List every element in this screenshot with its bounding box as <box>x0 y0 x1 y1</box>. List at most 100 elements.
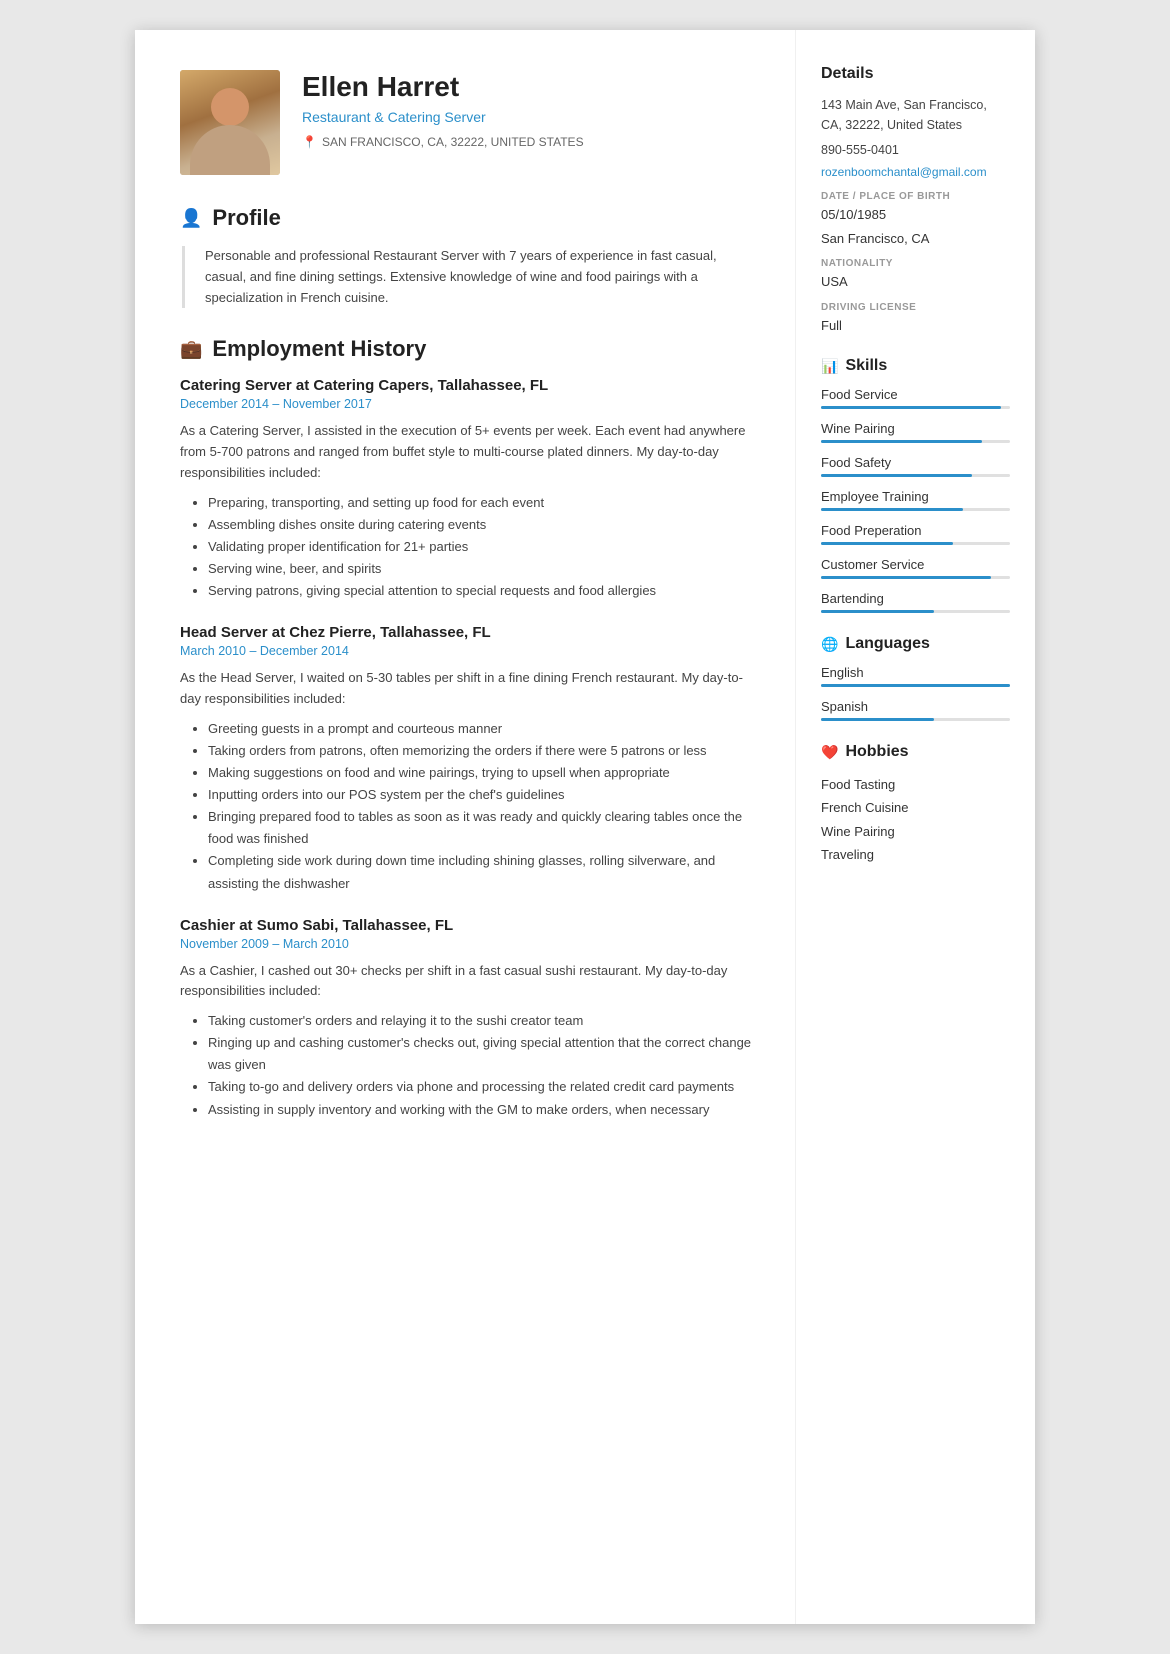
bullet-item: Bringing prepared food to tables as soon… <box>208 806 760 850</box>
profile-icon: 👤 <box>180 208 202 229</box>
left-column: Ellen Harret Restaurant & Catering Serve… <box>135 30 795 1624</box>
bullet-item: Inputting orders into our POS system per… <box>208 784 760 806</box>
avatar <box>180 70 280 175</box>
candidate-location: 📍 SAN FRANCISCO, CA, 32222, UNITED STATE… <box>302 135 760 149</box>
detail-phone: 890-555-0401 <box>821 140 1010 160</box>
driving-label: DRIVING LICENSE <box>821 302 1010 313</box>
skill-bar-fill <box>821 406 1001 409</box>
job-dates: March 2010 – December 2014 <box>180 644 760 658</box>
language-bar-fill <box>821 718 934 721</box>
languages-title: 🌐 Languages <box>821 635 1010 653</box>
driving-value: Full <box>821 316 1010 336</box>
heart-icon: ❤️ <box>821 744 838 761</box>
job-bullets: Preparing, transporting, and setting up … <box>180 492 760 602</box>
hobby-item: Food Tasting <box>821 773 1010 796</box>
skill-item: Employee Training <box>821 489 1010 511</box>
employment-section-title: 💼 Employment History <box>180 336 760 362</box>
skill-name: Bartending <box>821 591 1010 606</box>
globe-icon: 🌐 <box>821 636 838 653</box>
location-pin-icon: 📍 <box>302 135 317 149</box>
bullet-item: Taking customer's orders and relaying it… <box>208 1010 760 1032</box>
skill-item: Customer Service <box>821 557 1010 579</box>
bullet-item: Greeting guests in a prompt and courteou… <box>208 718 760 740</box>
candidate-title: Restaurant & Catering Server <box>302 109 760 125</box>
nationality-value: USA <box>821 272 1010 292</box>
skill-bar <box>821 406 1010 409</box>
nationality-label: NATIONALITY <box>821 258 1010 269</box>
job-bullets: Greeting guests in a prompt and courteou… <box>180 718 760 895</box>
hobby-item: Traveling <box>821 843 1010 866</box>
job-description: As the Head Server, I waited on 5-30 tab… <box>180 668 760 710</box>
skill-bar <box>821 576 1010 579</box>
details-section: Details 143 Main Ave, San Francisco, CA,… <box>821 65 1010 335</box>
briefcase-icon: 💼 <box>180 339 202 360</box>
language-item: English <box>821 665 1010 687</box>
right-column: Details 143 Main Ave, San Francisco, CA,… <box>795 30 1035 1624</box>
skill-bar-fill <box>821 610 934 613</box>
skill-item: Wine Pairing <box>821 421 1010 443</box>
skill-name: Food Service <box>821 387 1010 402</box>
bullet-item: Serving patrons, giving special attentio… <box>208 580 760 602</box>
language-bar <box>821 684 1010 687</box>
bullet-item: Assisting in supply inventory and workin… <box>208 1099 760 1121</box>
job-title: Cashier at Sumo Sabi, Tallahassee, FL <box>180 917 760 934</box>
profile-text: Personable and professional Restaurant S… <box>182 246 760 308</box>
dob-place: San Francisco, CA <box>821 229 1010 249</box>
bullet-item: Taking to-go and delivery orders via pho… <box>208 1076 760 1098</box>
job-dates: December 2014 – November 2017 <box>180 397 760 411</box>
skill-bar-fill <box>821 542 953 545</box>
resume-wrapper: Ellen Harret Restaurant & Catering Serve… <box>135 30 1035 1624</box>
skills-title: 📊 Skills <box>821 357 1010 375</box>
job-bullets: Taking customer's orders and relaying it… <box>180 1010 760 1120</box>
header: Ellen Harret Restaurant & Catering Serve… <box>180 70 760 175</box>
skills-icon: 📊 <box>821 358 838 375</box>
details-title: Details <box>821 65 1010 83</box>
job-item: Head Server at Chez Pierre, Tallahassee,… <box>180 624 760 894</box>
profile-section: 👤 Profile Personable and professional Re… <box>180 205 760 308</box>
bullet-item: Making suggestions on food and wine pair… <box>208 762 760 784</box>
candidate-name: Ellen Harret <box>302 70 760 104</box>
bullet-item: Preparing, transporting, and setting up … <box>208 492 760 514</box>
skill-name: Food Preperation <box>821 523 1010 538</box>
skill-item: Food Service <box>821 387 1010 409</box>
language-bar-fill <box>821 684 1010 687</box>
hobbies-section: ❤️ Hobbies Food Tasting French Cuisine W… <box>821 743 1010 867</box>
detail-email: rozenboomchantal@gmail.com <box>821 165 1010 179</box>
language-name: English <box>821 665 1010 680</box>
skill-bar <box>821 542 1010 545</box>
language-name: Spanish <box>821 699 1010 714</box>
profile-section-title: 👤 Profile <box>180 205 760 231</box>
skill-bar <box>821 474 1010 477</box>
bullet-item: Completing side work during down time in… <box>208 850 760 894</box>
languages-section: 🌐 Languages English Spanish <box>821 635 1010 721</box>
skill-name: Wine Pairing <box>821 421 1010 436</box>
hobby-item: Wine Pairing <box>821 820 1010 843</box>
skill-bar-fill <box>821 576 991 579</box>
job-title: Head Server at Chez Pierre, Tallahassee,… <box>180 624 760 641</box>
job-description: As a Cashier, I cashed out 30+ checks pe… <box>180 961 760 1003</box>
skill-bar-fill <box>821 440 982 443</box>
skill-name: Food Safety <box>821 455 1010 470</box>
bullet-item: Assembling dishes onsite during catering… <box>208 514 760 536</box>
hobby-item: French Cuisine <box>821 796 1010 819</box>
skill-bar <box>821 440 1010 443</box>
employment-section: 💼 Employment History Catering Server at … <box>180 336 760 1120</box>
language-item: Spanish <box>821 699 1010 721</box>
job-title: Catering Server at Catering Capers, Tall… <box>180 377 760 394</box>
skills-section: 📊 Skills Food Service Wine Pairing Food … <box>821 357 1010 613</box>
skill-bar <box>821 610 1010 613</box>
bullet-item: Ringing up and cashing customer's checks… <box>208 1032 760 1076</box>
bullet-item: Serving wine, beer, and spirits <box>208 558 760 580</box>
skill-item: Food Preperation <box>821 523 1010 545</box>
bullet-item: Taking orders from patrons, often memori… <box>208 740 760 762</box>
skill-item: Food Safety <box>821 455 1010 477</box>
language-bar <box>821 718 1010 721</box>
hobbies-title: ❤️ Hobbies <box>821 743 1010 761</box>
skill-name: Employee Training <box>821 489 1010 504</box>
job-description: As a Catering Server, I assisted in the … <box>180 421 760 483</box>
dob-label: DATE / PLACE OF BIRTH <box>821 191 1010 202</box>
bullet-item: Validating proper identification for 21+… <box>208 536 760 558</box>
skill-item: Bartending <box>821 591 1010 613</box>
job-item: Catering Server at Catering Capers, Tall… <box>180 377 760 602</box>
dob-value: 05/10/1985 <box>821 205 1010 225</box>
